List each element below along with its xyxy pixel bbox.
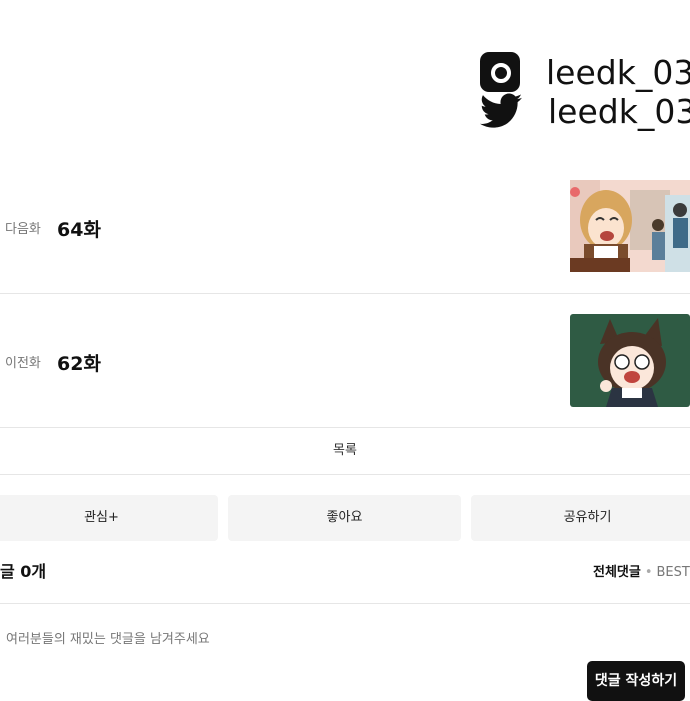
next-episode-label: 다음화: [5, 222, 41, 237]
next-episode-thumbnail: [570, 180, 690, 272]
prev-episode-row[interactable]: 이전화 62화: [0, 294, 690, 427]
twitter-link[interactable]: leedk_03: [480, 83, 690, 139]
sort-best-comments-tab[interactable]: BEST댓: [657, 565, 690, 580]
prev-episode-title: 62화: [57, 353, 101, 375]
row-divider: [0, 427, 690, 428]
twitter-icon: [480, 93, 522, 128]
sort-all-comments-tab[interactable]: 전체댓글: [593, 565, 641, 580]
prev-episode-thumbnail: [570, 314, 690, 407]
row-divider: [0, 474, 690, 475]
sort-separator: •: [644, 565, 653, 580]
next-episode-title: 64화: [57, 219, 101, 241]
prev-episode-label: 이전화: [5, 356, 41, 371]
interest-button[interactable]: 관심+: [0, 495, 218, 541]
like-button[interactable]: 좋아요: [228, 495, 461, 541]
comment-count: 글 0개: [0, 562, 47, 581]
list-button[interactable]: 목록: [0, 430, 690, 472]
share-button[interactable]: 공유하기: [471, 495, 690, 541]
comment-sort-tabs: 전체댓글• BEST댓: [593, 561, 690, 580]
next-episode-row[interactable]: 다음화 64화: [0, 160, 690, 293]
write-comment-button[interactable]: 댓글 작성하기: [587, 661, 685, 701]
twitter-handle: leedk_03: [548, 91, 690, 131]
comment-divider: [0, 603, 690, 604]
comment-input[interactable]: 여러분들의 재밌는 댓글을 남겨주세요: [6, 628, 210, 647]
